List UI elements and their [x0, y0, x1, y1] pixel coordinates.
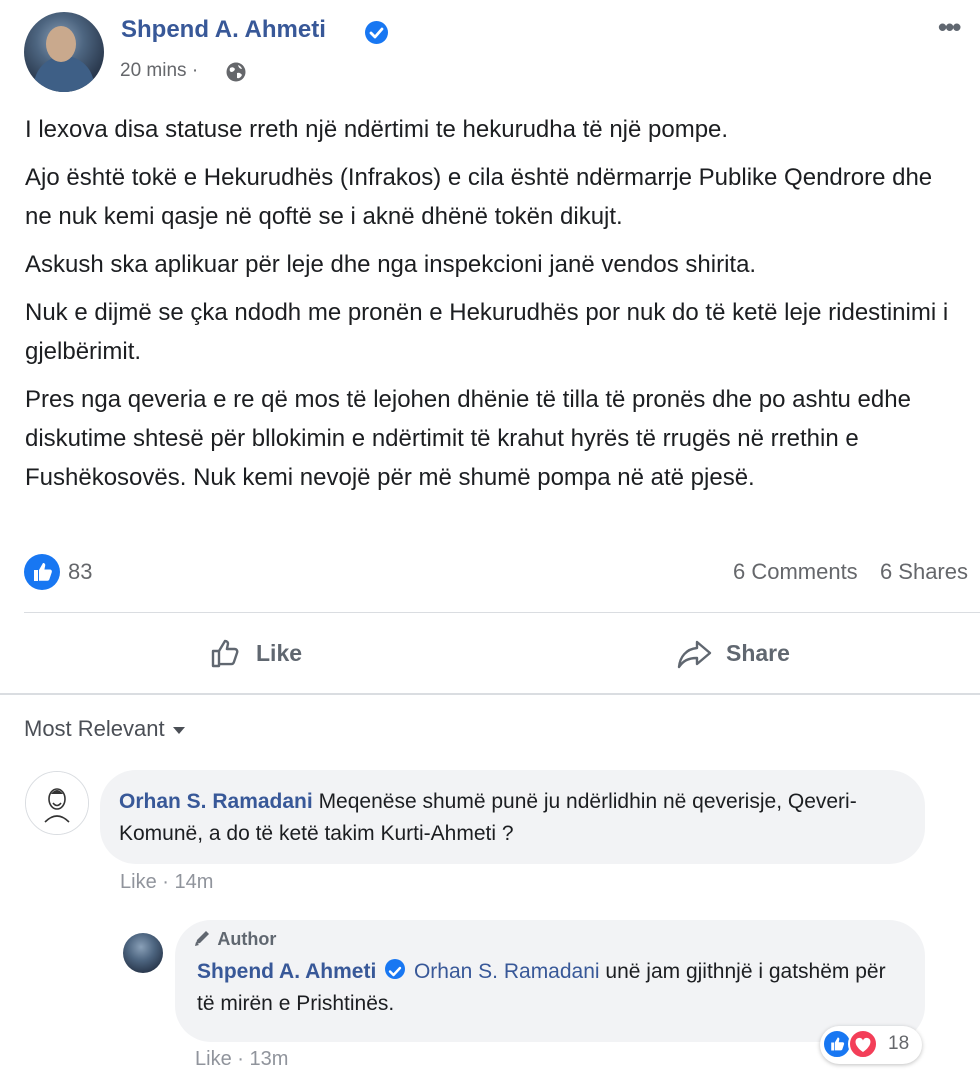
comment-bubble: Orhan S. Ramadani Meqenëse shumë punë ju… — [100, 770, 925, 864]
post-time[interactable]: 20 mins · — [120, 60, 198, 82]
post-time-text[interactable]: 20 mins — [120, 60, 187, 81]
share-button[interactable]: Share — [676, 633, 790, 673]
author-name[interactable]: Shpend A. Ahmeti — [121, 16, 326, 44]
author-badge-row: Author — [175, 920, 925, 950]
comments-count-link[interactable]: 6 Comments — [733, 559, 858, 584]
post-body: I lexova disa statuse rreth një ndërtimi… — [25, 110, 955, 506]
reply-author-name[interactable]: Shpend A. Ahmeti — [197, 960, 376, 983]
post-paragraph: Pres nga qeveria e re që mos të lejohen … — [25, 386, 911, 491]
post-paragraph: I lexova disa statuse rreth një ndërtimi… — [25, 116, 729, 143]
author-badge: Author — [193, 929, 276, 949]
shares-count-link[interactable]: 6 Shares — [880, 559, 968, 584]
like-reaction-icon[interactable] — [24, 554, 60, 590]
reply-reactions[interactable]: 18 — [820, 1026, 922, 1064]
reply-time[interactable]: 13m — [249, 1048, 288, 1070]
commenter-avatar[interactable] — [25, 771, 89, 835]
post-stats: 6 Comments 6 Shares — [733, 559, 968, 585]
verified-icon — [385, 959, 406, 979]
reply-bubble: Author Shpend A. Ahmeti Orhan S. Ramadan… — [175, 920, 925, 1042]
reply-reaction-count: 18 — [888, 1033, 910, 1054]
verified-icon — [365, 21, 388, 44]
like-button[interactable]: Like — [208, 633, 302, 673]
divider — [24, 612, 980, 613]
comment-time[interactable]: 14m — [174, 871, 213, 893]
commenter-name[interactable]: Orhan S. Ramadani — [119, 790, 313, 813]
thumbs-up-icon — [208, 634, 246, 672]
reaction-count[interactable]: 83 — [68, 559, 92, 585]
comment-like-link[interactable]: Like — [120, 871, 157, 893]
reply-meta: Like · 13m — [195, 1048, 288, 1071]
comment-sort-dropdown[interactable]: Most Relevant — [24, 716, 185, 742]
reply-like-link[interactable]: Like — [195, 1048, 232, 1070]
comment-content: Orhan S. Ramadani Meqenëse shumë punë ju… — [100, 770, 925, 850]
love-reaction-icon — [848, 1029, 878, 1059]
post-paragraph: Ajo është tokë e Hekurudhës (Infrakos) e… — [25, 164, 933, 230]
pen-icon — [193, 929, 213, 947]
reply-author-avatar[interactable] — [123, 933, 163, 973]
separator-dot: · — [191, 60, 199, 81]
like-button-label[interactable]: Like — [256, 640, 302, 667]
share-button-label[interactable]: Share — [726, 640, 790, 667]
caret-down-icon — [172, 726, 185, 734]
comment-meta: Like · 14m — [120, 871, 213, 894]
share-arrow-icon — [676, 634, 714, 672]
post-paragraph: Askush ska aplikuar për leje dhe nga ins… — [25, 251, 757, 278]
separator-dot: · — [162, 871, 175, 893]
author-badge-label: Author — [217, 929, 277, 949]
globe-icon — [225, 61, 247, 83]
sort-label[interactable]: Most Relevant — [24, 716, 165, 741]
author-avatar[interactable] — [24, 12, 104, 92]
reply-content: Shpend A. Ahmeti Orhan S. Ramadani unë j… — [175, 950, 925, 1020]
divider — [0, 693, 980, 695]
post-paragraph: Nuk e dijmë se çka ndodh me pronën e Hek… — [25, 299, 949, 365]
mention-link[interactable]: Orhan S. Ramadani — [414, 960, 600, 983]
more-icon[interactable]: ••• — [938, 12, 961, 43]
separator-dot: · — [237, 1048, 250, 1070]
